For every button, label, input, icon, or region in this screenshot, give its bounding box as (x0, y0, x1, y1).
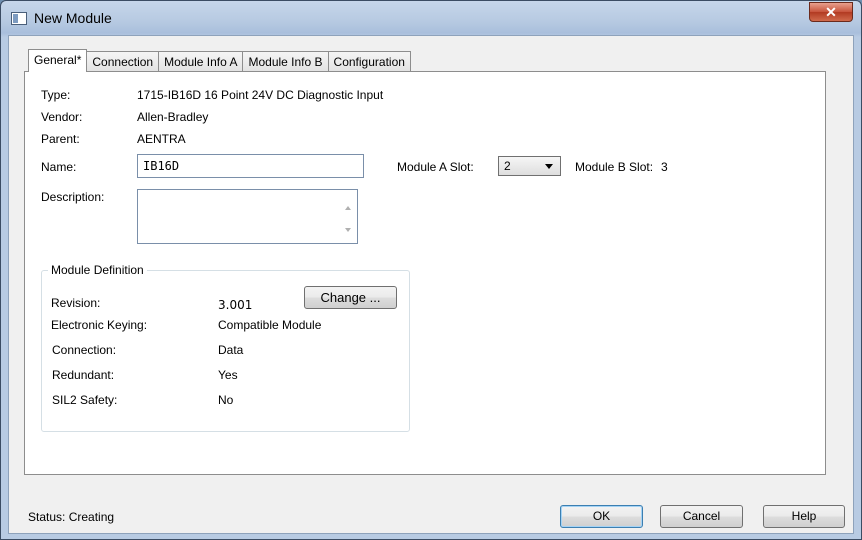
ok-button[interactable]: OK (560, 505, 643, 528)
name-label: Name: (41, 160, 77, 174)
vendor-label: Vendor: (41, 110, 83, 124)
scroll-up-icon[interactable] (345, 206, 351, 210)
type-value: 1715-IB16D 16 Point 24V DC Diagnostic In… (137, 88, 384, 102)
sil2-safety-label: SIL2 Safety: (52, 393, 118, 407)
dialog-client-area: General* Connection Module Info A Module… (8, 35, 854, 534)
status-bar: Status: Creating (28, 510, 114, 524)
title-bar[interactable]: New Module ✕ (1, 1, 861, 35)
tab-module-info-a[interactable]: Module Info A (158, 51, 244, 71)
tab-configuration[interactable]: Configuration (327, 51, 411, 71)
change-button[interactable]: Change ... (304, 286, 397, 309)
sil2-safety-value: No (218, 393, 234, 407)
connection-label: Connection: (52, 343, 117, 357)
description-label: Description: (41, 190, 105, 204)
new-module-dialog: New Module ✕ General* Connection Module … (0, 0, 862, 540)
module-a-slot-label: Module A Slot: (397, 160, 474, 174)
parent-value: AENTRA (137, 132, 186, 146)
electronic-keying-value: Compatible Module (218, 318, 322, 332)
module-a-slot-select[interactable]: 2 (498, 156, 561, 176)
close-icon: ✕ (825, 4, 837, 20)
chevron-down-icon (545, 164, 553, 169)
redundant-label: Redundant: (52, 368, 115, 382)
description-scrollbar[interactable] (340, 190, 357, 243)
module-definition-group: Module Definition Revision: 3.001 Change… (41, 263, 410, 432)
revision-label: Revision: (51, 296, 101, 310)
tab-connection[interactable]: Connection (86, 51, 160, 71)
module-definition-title: Module Definition (48, 263, 147, 277)
cancel-button[interactable]: Cancel (660, 505, 743, 528)
window-icon (11, 12, 27, 25)
revision-value: 3.001 (218, 298, 253, 312)
module-b-slot-value: 3 (661, 160, 668, 174)
status-value: Creating (68, 510, 115, 524)
connection-value: Data (218, 343, 244, 357)
parent-label: Parent: (41, 132, 80, 146)
vendor-value: Allen-Bradley (137, 110, 209, 124)
description-textarea[interactable] (137, 189, 358, 244)
tab-module-info-b[interactable]: Module Info B (242, 51, 329, 71)
type-label: Type: (41, 88, 71, 102)
close-button[interactable]: ✕ (809, 2, 853, 22)
tab-strip: General* Connection Module Info A Module… (28, 49, 411, 72)
window-title: New Module (34, 10, 112, 26)
tab-panel: General* Connection Module Info A Module… (24, 49, 831, 485)
electronic-keying-label: Electronic Keying: (51, 318, 148, 332)
module-a-slot-value: 2 (504, 159, 511, 173)
redundant-value: Yes (218, 368, 238, 382)
scroll-down-icon[interactable] (345, 228, 351, 232)
status-label: Status: (28, 510, 66, 524)
tab-general[interactable]: General* (28, 49, 88, 72)
help-button[interactable]: Help (763, 505, 845, 528)
general-page: Type: 1715-IB16D 16 Point 24V DC Diagnos… (24, 71, 826, 475)
module-b-slot-label: Module B Slot: (575, 160, 654, 174)
name-input[interactable]: IB16D (137, 154, 364, 178)
